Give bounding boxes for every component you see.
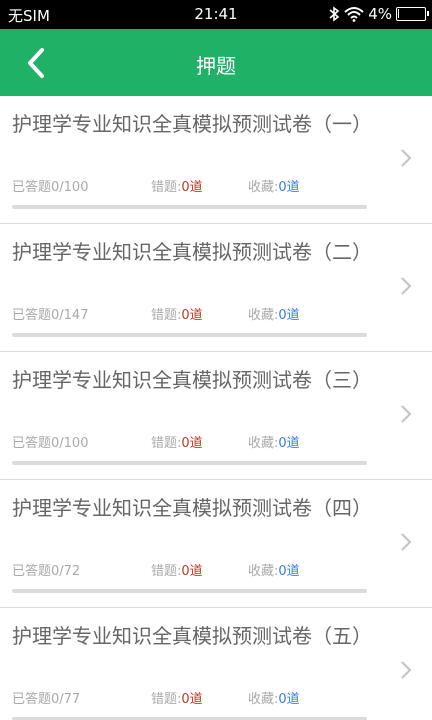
chevron-right-icon bbox=[401, 405, 412, 423]
favorite-count: 收藏:0道 bbox=[248, 308, 300, 323]
wrong-count: 错题:0道 bbox=[151, 692, 203, 707]
paper-stats: 已答题0/100 错题:0道 收藏:0道 bbox=[12, 432, 412, 452]
paper-title: 护理学专业知识全真模拟预测试卷（五） bbox=[12, 624, 372, 648]
paper-item-3[interactable]: 护理学专业知识全真模拟预测试卷（三） 已答题0/100 错题:0道 收藏:0道 bbox=[0, 352, 432, 480]
progress-bar bbox=[12, 205, 367, 209]
chevron-right-icon bbox=[401, 533, 412, 551]
favorite-count: 收藏:0道 bbox=[248, 180, 300, 195]
wrong-count: 错题:0道 bbox=[151, 436, 203, 451]
paper-stats: 已答题0/72 错题:0道 收藏:0道 bbox=[12, 560, 412, 580]
paper-stats: 已答题0/100 错题:0道 收藏:0道 bbox=[12, 176, 412, 196]
status-bar: 无SIM 21:41 4% bbox=[0, 0, 432, 29]
wrong-count: 错题:0道 bbox=[151, 180, 203, 195]
paper-title: 护理学专业知识全真模拟预测试卷（四） bbox=[12, 496, 372, 520]
paper-title: 护理学专业知识全真模拟预测试卷（二） bbox=[12, 240, 372, 264]
paper-title: 护理学专业知识全真模拟预测试卷（一） bbox=[12, 112, 372, 136]
wifi-icon bbox=[344, 7, 364, 22]
bluetooth-icon bbox=[329, 6, 340, 22]
paper-stats: 已答题0/147 错题:0道 收藏:0道 bbox=[12, 304, 412, 324]
progress-bar bbox=[12, 461, 367, 465]
status-icons: 4% bbox=[328, 5, 429, 23]
answered-count: 已答题0/72 bbox=[12, 564, 81, 579]
chevron-right-icon bbox=[401, 661, 412, 679]
chevron-right-icon bbox=[401, 277, 412, 295]
progress-bar bbox=[12, 589, 367, 593]
paper-item-1[interactable]: 护理学专业知识全真模拟预测试卷（一） 已答题0/100 错题:0道 收藏:0道 bbox=[0, 96, 432, 224]
answered-count: 已答题0/147 bbox=[12, 308, 89, 323]
favorite-count: 收藏:0道 bbox=[248, 564, 300, 579]
chevron-right-icon bbox=[401, 149, 412, 167]
paper-item-2[interactable]: 护理学专业知识全真模拟预测试卷（二） 已答题0/147 错题:0道 收藏:0道 bbox=[0, 224, 432, 352]
answered-count: 已答题0/77 bbox=[12, 692, 81, 707]
paper-item-4[interactable]: 护理学专业知识全真模拟预测试卷（四） 已答题0/72 错题:0道 收藏:0道 bbox=[0, 480, 432, 608]
paper-title: 护理学专业知识全真模拟预测试卷（三） bbox=[12, 368, 372, 392]
battery-percent: 4% bbox=[368, 5, 392, 23]
wrong-count: 错题:0道 bbox=[151, 564, 203, 579]
page-title: 押题 bbox=[196, 54, 236, 78]
favorite-count: 收藏:0道 bbox=[248, 692, 300, 707]
answered-count: 已答题0/100 bbox=[12, 436, 89, 451]
battery-icon bbox=[396, 7, 429, 21]
wrong-count: 错题:0道 bbox=[151, 308, 203, 323]
answered-count: 已答题0/100 bbox=[12, 180, 89, 195]
paper-stats: 已答题0/77 错题:0道 收藏:0道 bbox=[12, 688, 412, 708]
paper-list: 护理学专业知识全真模拟预测试卷（一） 已答题0/100 错题:0道 收藏:0道 … bbox=[0, 96, 432, 720]
app-bar: 押题 bbox=[0, 29, 432, 96]
paper-item-5[interactable]: 护理学专业知识全真模拟预测试卷（五） 已答题0/77 错题:0道 收藏:0道 bbox=[0, 608, 432, 720]
favorite-count: 收藏:0道 bbox=[248, 436, 300, 451]
progress-bar bbox=[12, 333, 367, 337]
